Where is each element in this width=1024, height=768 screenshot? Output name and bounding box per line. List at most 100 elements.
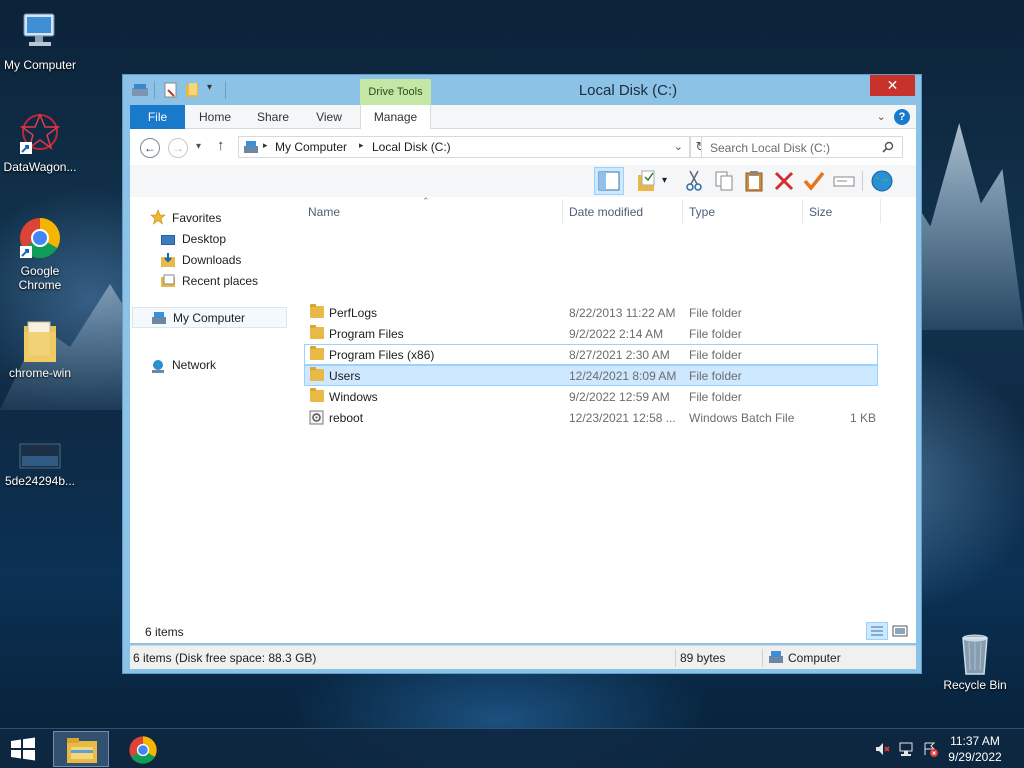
customize-qat-icon[interactable]: ▾ [207, 82, 223, 98]
tab-file[interactable]: File [130, 105, 185, 129]
status-bar: 6 items (Disk free space: 88.3 GB) 89 by… [130, 645, 916, 669]
column-divider [880, 199, 881, 223]
desktop-icon-label: chrome-win [8, 366, 71, 380]
search-icon[interactable] [882, 141, 894, 156]
paste-icon[interactable] [742, 169, 766, 193]
desktop-icon-chrome-win[interactable]: chrome-win [0, 318, 80, 380]
action-center-icon[interactable] [922, 741, 938, 757]
navigation-pane: Favorites Desktop Downloads Recent place… [130, 197, 295, 641]
back-button[interactable]: ← [140, 138, 160, 158]
folder-properties-icon[interactable] [635, 169, 659, 193]
star-icon [150, 209, 166, 225]
file-row-program-files[interactable]: Program Files 9/2/2022 2:14 AM File fold… [304, 323, 878, 344]
nav-network[interactable]: Network [172, 358, 216, 372]
tab-manage[interactable]: Manage [360, 105, 431, 129]
desktop-icon-label: Recycle Bin [943, 678, 1007, 692]
desktop-icon-google-chrome[interactable]: Google Chrome [0, 216, 80, 292]
column-divider [802, 199, 803, 223]
file-type: File folder [689, 369, 742, 383]
help-icon[interactable]: ? [894, 109, 910, 125]
desktop-icon-label: My Computer [3, 58, 77, 72]
recent-places-icon [160, 274, 176, 288]
desktop-icon-label: Google Chrome [18, 264, 62, 292]
nav-recent-places[interactable]: Recent places [182, 274, 258, 288]
file-row-perflogs[interactable]: PerfLogs 8/22/2013 11:22 AM File folder [304, 302, 878, 323]
desktop-icon-datawagon[interactable]: DataWagon... [0, 112, 80, 174]
nav-desktop[interactable]: Desktop [182, 232, 226, 246]
preview-pane-button[interactable] [594, 167, 624, 195]
file-row-windows[interactable]: Windows 9/2/2022 12:59 AM File folder [304, 386, 878, 407]
network-status-icon[interactable] [898, 741, 914, 757]
downloads-icon [160, 253, 176, 267]
file-name: Windows [329, 390, 378, 404]
title-bar[interactable]: ▾ Drive Tools Local Disk (C:) ✕ [123, 75, 921, 105]
nav-my-computer-row[interactable]: My Computer [132, 307, 287, 328]
column-header-size[interactable]: Size [809, 205, 832, 219]
file-date: 9/2/2022 2:14 AM [569, 327, 664, 341]
select-checkmark-icon[interactable] [802, 169, 826, 193]
file-row-users[interactable]: Users 12/24/2021 8:09 AM File folder [304, 365, 878, 386]
content-area: Favorites Desktop Downloads Recent place… [130, 196, 916, 641]
taskbar-file-explorer[interactable] [53, 731, 109, 767]
file-type: File folder [689, 348, 742, 362]
sort-indicator-icon: ⌃ [422, 196, 430, 206]
details-view-button[interactable] [866, 622, 888, 640]
nav-downloads[interactable]: Downloads [182, 253, 241, 267]
file-size: 1 KB [849, 411, 876, 425]
recent-locations-icon[interactable]: ▾ [196, 141, 201, 152]
new-folder-icon[interactable] [185, 82, 201, 98]
taskbar-google-chrome[interactable] [115, 731, 171, 767]
desktop-icon-image-file[interactable]: 5de24294b... [0, 440, 80, 488]
rename-icon[interactable] [832, 169, 856, 193]
taskbar-clock[interactable]: 11:37 AM 9/29/2022 [944, 733, 1006, 765]
expand-ribbon-icon[interactable]: ⌄ [877, 110, 891, 123]
ribbon-controls: ⌄ ? [877, 109, 910, 125]
options-dropdown-icon[interactable]: ▾ [662, 175, 667, 186]
column-divider [562, 199, 563, 223]
ribbon-tabs: File Home Share View Manage ⌄ ? [130, 105, 916, 129]
delete-icon[interactable] [772, 169, 796, 193]
drive-tools-context-label: Drive Tools [360, 79, 431, 105]
desktop-icon-my-computer[interactable]: My Computer [0, 10, 80, 72]
nav-favorites[interactable]: Favorites [172, 211, 221, 225]
copy-icon[interactable] [712, 169, 736, 193]
large-icons-view-button[interactable] [891, 623, 909, 639]
file-type: File folder [689, 327, 742, 341]
breadcrumb-local-disk[interactable]: Local Disk (C:) [372, 140, 451, 154]
desktop-icon [160, 233, 176, 247]
app-icon[interactable] [131, 82, 148, 98]
tab-share[interactable]: Share [248, 105, 298, 129]
forward-button[interactable]: → [168, 138, 188, 158]
close-button[interactable]: ✕ [870, 75, 915, 96]
up-arrow-icon[interactable]: ↑ [217, 137, 225, 154]
file-row-program-files-x86[interactable]: Program Files (x86) 8/27/2021 2:30 AM Fi… [304, 344, 878, 365]
address-dropdown-icon[interactable]: ⌄ [674, 140, 683, 153]
column-divider [682, 199, 683, 223]
tab-home[interactable]: Home [190, 105, 240, 129]
file-name: Users [329, 369, 361, 383]
search-input[interactable]: Search Local Disk (C:) [701, 136, 903, 158]
address-bar[interactable]: ▸ My Computer ▸ Local Disk (C:) ⌄ [238, 136, 690, 158]
chrome-icon [18, 216, 62, 260]
desktop-icon-recycle-bin[interactable]: Recycle Bin [935, 630, 1015, 692]
file-list: ⌃ Name Date modified Type Size PerfLogs … [302, 196, 912, 641]
datawagon-icon [18, 112, 62, 156]
column-header-type[interactable]: Type [689, 205, 715, 219]
start-button[interactable] [8, 737, 38, 761]
globe-icon[interactable] [870, 169, 894, 193]
network-icon [150, 359, 166, 373]
breadcrumb-my-computer[interactable]: My Computer [275, 140, 347, 154]
tab-view[interactable]: View [305, 105, 353, 129]
folder-icon [310, 367, 324, 381]
volume-muted-icon[interactable] [874, 741, 890, 757]
breadcrumb-separator: ▸ [359, 140, 364, 150]
cut-icon[interactable] [682, 169, 706, 193]
column-header-name[interactable]: Name [308, 205, 340, 219]
folder-icon [18, 318, 62, 362]
properties-icon[interactable] [163, 82, 179, 98]
item-count: 6 items [145, 625, 184, 639]
computer-icon [151, 311, 167, 325]
nav-my-computer[interactable]: My Computer [173, 311, 245, 325]
file-row-reboot[interactable]: reboot 12/23/2021 12:58 ... Windows Batc… [304, 407, 878, 428]
column-header-date[interactable]: Date modified [569, 205, 643, 219]
